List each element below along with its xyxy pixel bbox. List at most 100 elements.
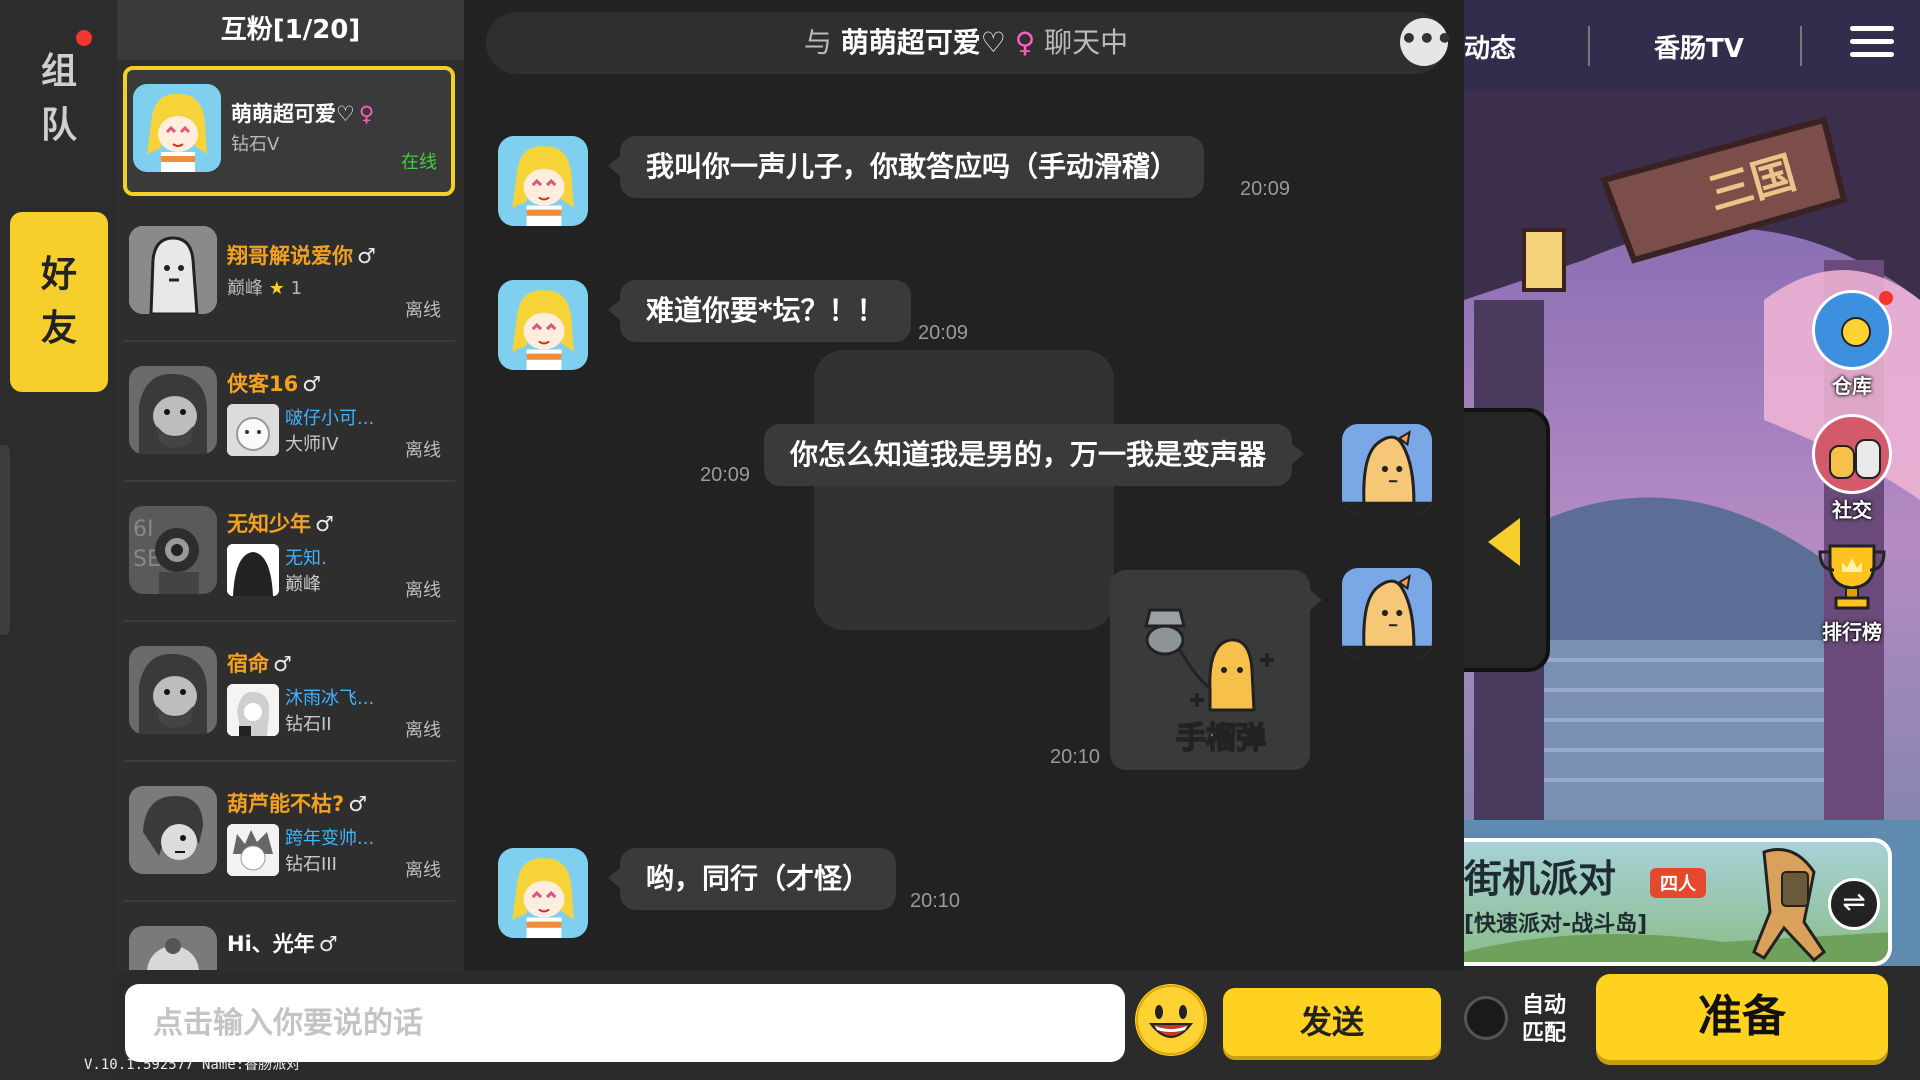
self-message-avatar[interactable] [1342,424,1432,514]
message-bubble: 我叫你一声儿子，你敢答应吗（手动滑稽） [607,136,1205,198]
partner-avatar [227,544,279,596]
message-bubble: 哟，同行（才怪） [607,848,897,910]
friend-status: 离线 [405,440,441,461]
friend-status: 离线 [405,300,441,321]
avatar [133,84,221,172]
avatar [129,646,217,734]
chat-input-bar: 发送 [117,970,1464,1080]
nav-divider [1588,26,1590,66]
warehouse-icon [1812,290,1893,370]
partner-name: 跨年变帅... [285,828,375,849]
mode-subtitle: [快速派对-战斗岛] [1464,912,1648,937]
tab-team-label: 组 队 [40,51,77,146]
trophy-icon [1812,536,1892,616]
chat-header-suffix: 聊天中 [1044,26,1129,59]
friend-item[interactable]: Hi、光年 ♂ [123,912,455,970]
male-icon: ♂ [302,372,322,396]
nav-sausage-tv[interactable]: 香肠TV [1654,28,1744,65]
switch-mode-button[interactable]: ⇌ [1828,878,1880,930]
tab-team[interactable]: 组 队 [10,30,108,155]
friend-item[interactable]: 6I SE 无知少年 ♂ 无知. 巅峰 离线 [123,492,455,622]
female-icon: ♀ [358,102,375,126]
avatar [129,786,217,874]
collapse-chat-button[interactable] [1464,408,1550,672]
friend-name: 葫芦能不枯? ♂ [227,792,368,816]
leaderboard-label: 排行榜 [1822,620,1882,644]
friend-list-header: 互粉[1/20] [117,0,464,60]
star-icon: ★ [268,278,285,299]
svg-text:6I: 6I [133,517,154,542]
message-bubble: 难道你要*坛？！！ [608,280,911,342]
partner-avatar [227,824,279,876]
lobby-top-nav: 动态 香肠TV [1464,0,1920,90]
social-button[interactable]: 社交 [1806,414,1898,523]
hamburger-icon [1850,26,1894,31]
send-button[interactable]: 发送 [1223,988,1441,1056]
male-icon: ♂ [357,244,376,268]
friend-name: 宿命 ♂ [227,652,292,676]
rail-scroll-handle[interactable] [0,445,10,635]
friend-item[interactable]: 侠客16 ♂ 啵仔小可... 大师IV 离线 [123,352,455,482]
version-text: V.10.1.592577 Name:香肠派对 [84,1057,301,1073]
chat-message-input[interactable] [125,984,1125,1062]
avatar [129,366,217,454]
avatar [129,226,217,314]
arrow-left-icon [1488,518,1520,566]
partner-name: 沐雨冰飞... [285,688,375,709]
partner-message-avatar[interactable] [498,136,588,226]
notification-dot [76,30,92,46]
message-time: 20:10 [910,890,961,912]
message-time: 20:09 [1240,178,1291,200]
friend-list-panel: 互粉[1/20] 萌萌超可爱♡ ♀ 钻石V 在线 翔哥解说爱你 ♂ 巅峰 ★ 1 离… [117,0,464,970]
social-label: 社交 [1832,498,1872,522]
left-tab-rail: 组 队 好 友 [0,0,117,1080]
friend-item[interactable]: 翔哥解说爱你 ♂ 巅峰 ★ 1 离线 [123,212,455,342]
self-message-avatar[interactable] [1342,568,1432,658]
emoji-icon [1136,985,1206,1055]
auto-match-toggle[interactable] [1464,996,1508,1040]
mode-title: 街机派对 [1464,857,1617,901]
friend-item[interactable]: 葫芦能不枯? ♂ 跨年变帅... 钻石III 离线 [123,772,455,902]
male-icon: ♂ [315,512,334,536]
friend-name: 萌萌超可爱♡ ♀ [231,102,375,126]
emoji-button[interactable] [1135,984,1207,1056]
friend-status: 离线 [405,720,441,741]
friend-item[interactable]: 萌萌超可爱♡ ♀ 钻石V 在线 [123,66,455,196]
swap-icon: ⇌ [1842,885,1866,918]
message-time: 20:09 [918,322,969,344]
partner-avatar [227,404,279,456]
tab-friends-label: 好 友 [40,254,77,349]
partner-message-avatar[interactable] [498,848,588,938]
chat-panel: 与 萌萌超可爱♡ ♀ 聊天中 ••• 我叫你一声儿子，你敢答应吗（手动滑稽） 2… [464,0,1464,970]
partner-message-avatar[interactable] [498,280,588,370]
partner-rank: 钻石II [285,714,332,735]
message-time: 20:10 [1050,746,1101,768]
warehouse-button[interactable]: 仓库 [1806,290,1898,399]
leaderboard-button[interactable]: 排行榜 [1806,536,1898,645]
chat-header: 与 萌萌超可爱♡ ♀ 聊天中 ••• [486,12,1454,74]
tab-friends[interactable]: 好 友 [10,212,108,392]
more-icon: ••• [1400,22,1454,55]
female-icon: ♀ [1014,26,1036,59]
social-icon [1812,414,1892,494]
sticker-bubble: 手榴弹 [1110,570,1322,770]
message-time: 20:09 [700,464,751,486]
partner-avatar [227,684,279,736]
friend-item[interactable]: 宿命 ♂ 沐雨冰飞... 钻石II 离线 [123,632,455,762]
game-mode-card[interactable]: 街机派对 四人 [快速派对-战斗岛] ⇌ [1464,838,1892,966]
friend-name: Hi、光年 ♂ [227,932,338,956]
menu-button[interactable] [1850,26,1894,64]
sausage-sticker: 手榴弹 [1144,608,1274,757]
chat-partner-name: 萌萌超可爱♡ [840,26,1006,59]
partner-rank: 巅峰 [285,574,321,595]
friend-rank: 巅峰 ★ 1 [227,278,303,299]
friend-rank: 钻石V [231,134,280,155]
message-bubble: 你怎么知道我是男的，万一我是变声器 [764,424,1305,486]
ready-button[interactable]: 准备 [1596,974,1888,1060]
partner-rank: 钻石III [285,854,337,875]
more-options-button[interactable]: ••• [1400,18,1454,66]
notification-dot [1879,291,1893,305]
friend-status: 在线 [401,152,437,173]
male-icon: ♂ [318,932,338,956]
nav-feed[interactable]: 动态 [1464,28,1516,65]
